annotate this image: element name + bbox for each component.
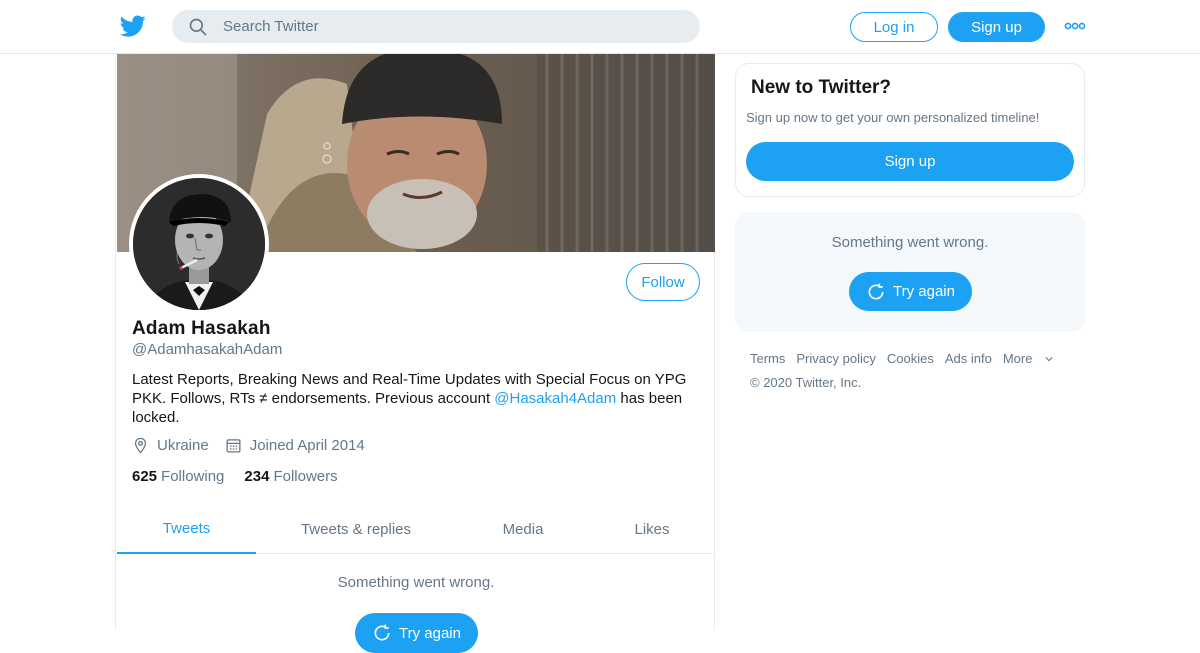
footer-links: Terms Privacy policy Cookies Ads info Mo… (750, 351, 1064, 366)
calendar-icon (226, 439, 241, 453)
profile-bio: Latest Reports, Breaking News and Real-T… (132, 370, 692, 427)
following-label: Following (161, 468, 225, 485)
tab-tweets[interactable]: Tweets (117, 504, 256, 554)
timeline-retry-button[interactable]: Try again (355, 613, 478, 653)
avatar-illustration (133, 178, 265, 310)
profile-location: Ukraine (132, 437, 209, 454)
profile-handle[interactable]: @AdamhasakahAdam (132, 341, 282, 358)
location-pin-icon (134, 437, 147, 454)
profile-meta: Ukraine Joined April 2014 (132, 437, 381, 454)
profile-counts: 625 Following 234 Followers (132, 468, 358, 485)
profile-column: Follow Adam Hasakah @AdamhasakahAdam Lat… (115, 54, 715, 653)
footer-more-label: More (1002, 351, 1033, 366)
followers-count: 234 (244, 468, 270, 485)
bio-mention-link[interactable]: @Hasakah4Adam (494, 390, 616, 407)
timeline-retry-label: Try again (399, 624, 461, 642)
sidebar-error-card: Something went wrong. Try again (735, 212, 1085, 332)
search-bar[interactable] (172, 10, 700, 43)
search-icon (189, 18, 207, 35)
footer-link-more[interactable]: More (1003, 351, 1054, 366)
following-count: 625 (132, 468, 158, 485)
following-count-link[interactable]: 625 Following (132, 468, 224, 485)
profile-name: Adam Hasakah (132, 318, 271, 339)
top-bar: Log in Sign up (0, 0, 1200, 54)
search-input[interactable] (223, 18, 663, 35)
sidebar-retry-button[interactable]: Try again (849, 272, 972, 311)
refresh-icon (374, 624, 390, 641)
login-button[interactable]: Log in (850, 12, 938, 42)
new-to-twitter-subtitle: Sign up now to get your own personalized… (746, 110, 1040, 125)
more-options-icon[interactable] (1064, 18, 1086, 34)
footer-link-privacy[interactable]: Privacy policy (796, 351, 875, 366)
profile-tabs: Tweets Tweets & replies Media Likes (117, 504, 715, 554)
tab-media[interactable]: Media (477, 504, 569, 554)
sidebar-retry-label: Try again (893, 283, 955, 300)
twitter-logo-icon[interactable] (120, 13, 146, 39)
footer-link-ads-info[interactable]: Ads info (945, 351, 992, 366)
signup-button[interactable]: Sign up (948, 12, 1045, 42)
new-to-twitter-title: New to Twitter? (751, 77, 892, 98)
sidebar-error-text: Something went wrong. (831, 234, 989, 251)
profile-avatar[interactable] (129, 174, 269, 314)
timeline-error-text: Something went wrong. (337, 574, 495, 591)
followers-label: Followers (273, 468, 338, 485)
tab-tweets-and-replies[interactable]: Tweets & replies (277, 504, 435, 554)
new-to-twitter-card: New to Twitter? Sign up now to get your … (735, 63, 1085, 197)
joined-text: Joined April 2014 (249, 437, 365, 454)
location-text: Ukraine (157, 437, 209, 454)
footer-link-cookies[interactable]: Cookies (887, 351, 934, 366)
refresh-icon (868, 283, 884, 300)
tab-likes[interactable]: Likes (607, 504, 697, 554)
chevron-down-icon (1045, 357, 1054, 362)
footer-link-terms[interactable]: Terms (750, 351, 785, 366)
followers-count-link[interactable]: 234 Followers (244, 468, 337, 485)
profile-joined: Joined April 2014 (225, 437, 365, 454)
footer-copyright: © 2020 Twitter, Inc. (750, 375, 862, 390)
sidebar-signup-button[interactable]: Sign up (746, 142, 1074, 181)
follow-button[interactable]: Follow (626, 263, 700, 301)
